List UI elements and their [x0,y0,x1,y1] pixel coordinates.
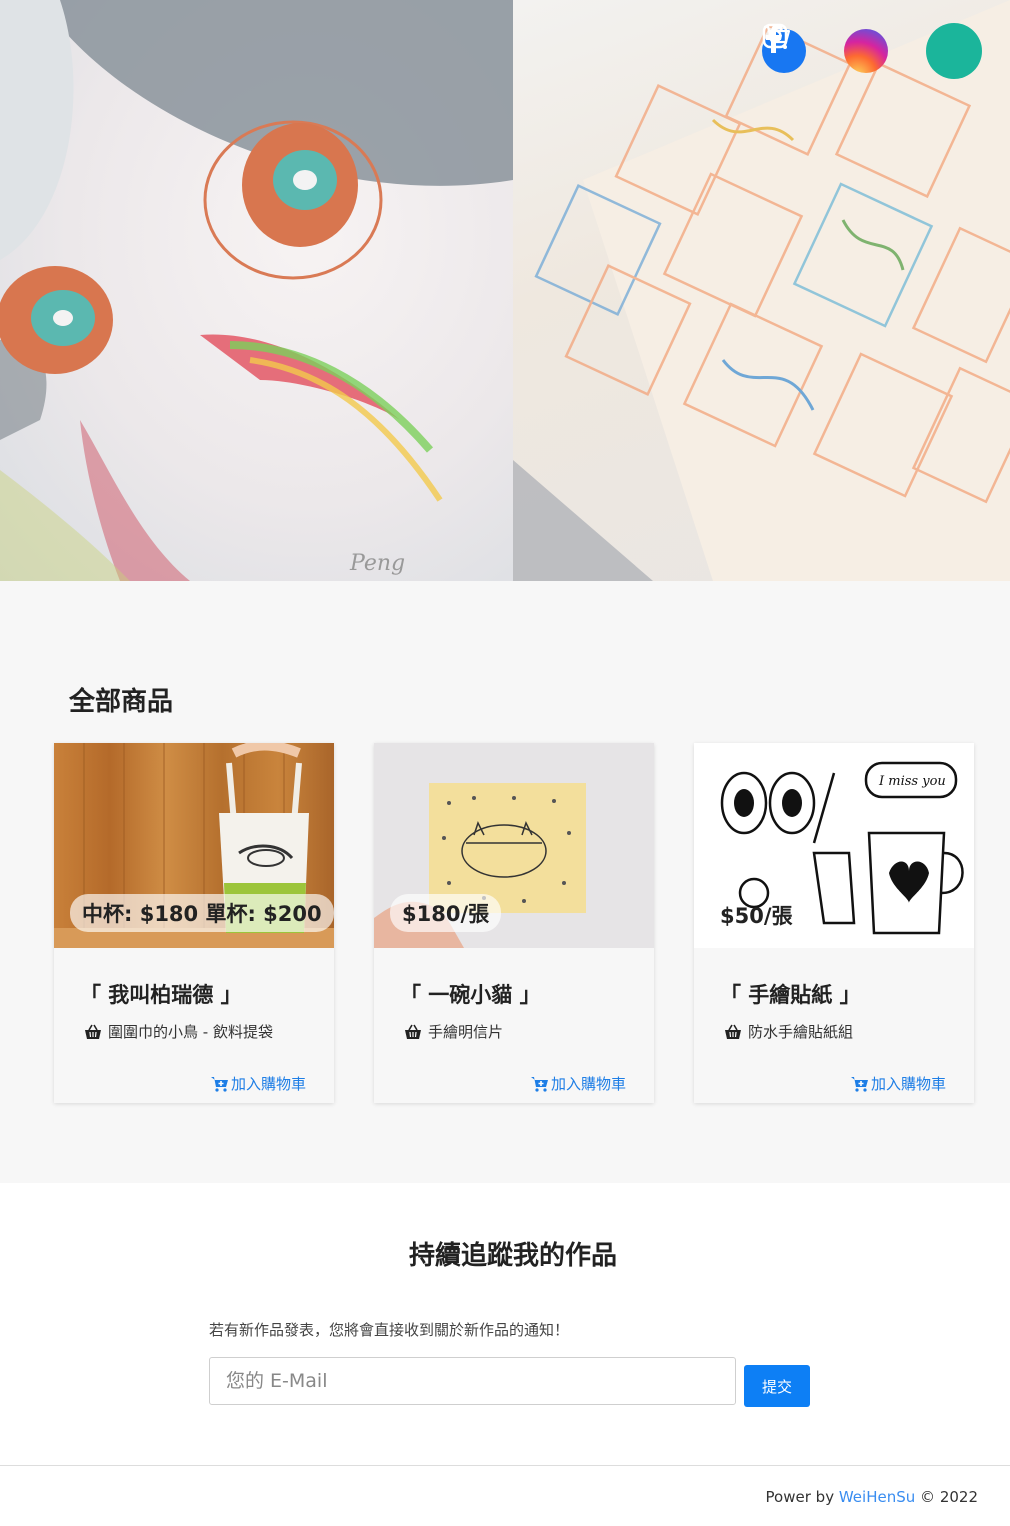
cart-plus-icon [530,1076,548,1092]
footer-copyright: © 2022 [920,1488,978,1506]
add-to-cart-label: 加入購物車 [870,1075,946,1093]
add-to-cart-button[interactable]: 加入購物車 [850,1073,946,1094]
submit-button[interactable]: 提交 [744,1365,810,1407]
product-subtitle-text: 圍圍巾的小鳥 - 飲料提袋 [108,1023,273,1041]
product-title[interactable]: 「 手繪貼紙 」 [720,979,861,1009]
footer-credit: Power by WeiHenSu © 2022 [766,1488,978,1506]
hero-banner: Peng [0,0,1010,581]
add-to-cart-button[interactable]: 加入購物車 [210,1073,306,1094]
basket-icon [725,1024,741,1039]
subscribe-description: 若有新作品發表，您將會直接收到關於新作品的通知！ [209,1321,570,1339]
product-subtitle-text: 手繪明信片 [428,1023,504,1041]
basket-icon [405,1024,421,1039]
product-title[interactable]: 「 我叫柏瑞德 」 [80,979,242,1009]
author-link[interactable]: WeiHenSu [839,1488,915,1506]
hero-illustration-left: Peng [0,0,513,581]
product-card[interactable]: I miss you $50/張 「 手繪貼紙 」 防水手繪貼紙組 加入購物車 [694,743,974,1103]
shopping-cart-icon[interactable] [764,23,982,79]
svg-text:I miss you: I miss you [878,774,946,789]
footer: Power by WeiHenSu © 2022 [0,1465,1010,1526]
add-to-cart-label: 加入購物車 [550,1075,626,1093]
product-card-list: 中杯: $180 單杯: $200 「 我叫柏瑞德 」 圍圍巾的小鳥 - 飲料提… [54,743,974,1103]
cart-plus-icon [210,1076,228,1092]
product-card[interactable]: 中杯: $180 單杯: $200 「 我叫柏瑞德 」 圍圍巾的小鳥 - 飲料提… [54,743,334,1103]
product-price: 中杯: $180 單杯: $200 [70,894,334,932]
product-image[interactable]: I miss you $50/張 [694,743,974,948]
basket-icon [85,1024,101,1039]
email-input[interactable] [209,1357,736,1405]
hero-artwork-sketchbook [513,0,1010,581]
add-to-cart-button[interactable]: 加入購物車 [530,1073,626,1094]
product-image[interactable]: 中杯: $180 單杯: $200 [54,743,334,948]
cart-plus-icon [850,1076,868,1092]
product-subtitle: 防水手繪貼紙組 [724,1021,853,1042]
add-to-cart-label: 加入購物車 [230,1075,306,1093]
product-card[interactable]: $180/張 「 一碗小貓 」 手繪明信片 加入購物車 [374,743,654,1103]
social-links [762,23,982,79]
subscribe-title: 持續追蹤我的作品 [408,1241,617,1271]
products-section: 全部商品 中杯: $180 單杯: $200 「 我叫柏瑞德 」 圍圍巾的小鳥 … [0,581,1010,1183]
subscribe-section: 持續追蹤我的作品 若有新作品發表，您將會直接收到關於新作品的通知！ 提交 [0,1183,1010,1465]
products-section-title: 全部商品 [69,687,174,717]
product-subtitle: 圍圍巾的小鳥 - 飲料提袋 [84,1021,273,1042]
svg-text:Peng: Peng [349,551,405,576]
footer-prefix: Power by [765,1488,835,1506]
instagram-icon[interactable] [762,23,888,73]
product-price: $50/張 [720,904,793,928]
product-image[interactable]: $180/張 [374,743,654,948]
hero-artwork-face: Peng [0,0,513,581]
product-title[interactable]: 「 一碗小貓 」 [400,979,541,1009]
product-price: $180/張 [390,894,502,932]
product-subtitle-text: 防水手繪貼紙組 [748,1023,854,1041]
product-subtitle: 手繪明信片 [404,1021,503,1042]
hero-photo-right [513,0,1010,581]
